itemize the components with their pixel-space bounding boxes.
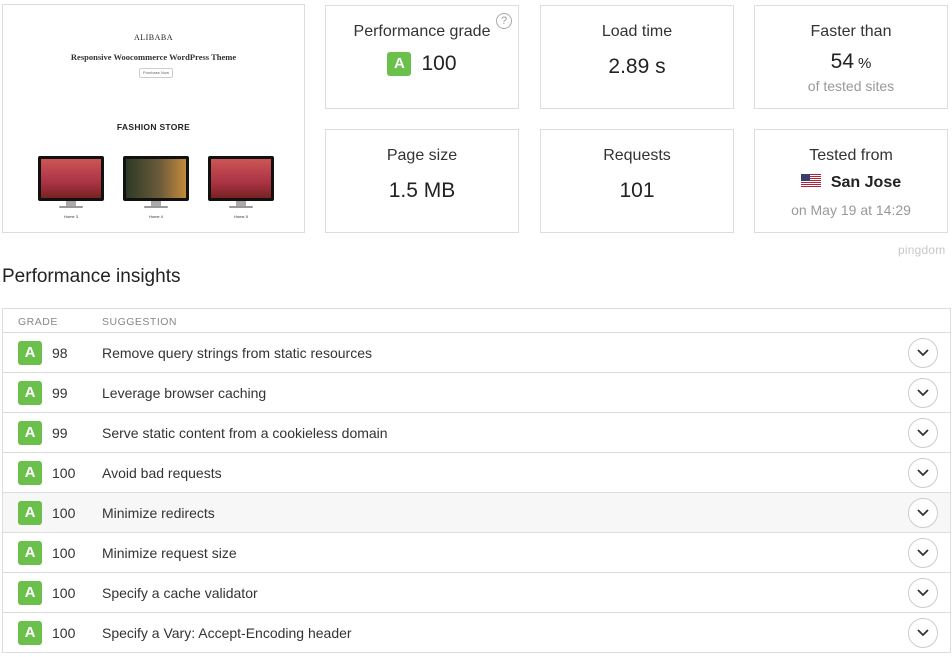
row-suggestion: Specify a cache validator xyxy=(102,585,258,601)
expand-chevron-button[interactable] xyxy=(908,418,938,448)
row-score: 99 xyxy=(52,385,68,401)
thumbnail-purchase-button: Purchase Now xyxy=(139,68,173,78)
monitor-caption: Home 4 xyxy=(148,214,163,219)
thumbnail-monitor: Home 4 xyxy=(123,156,189,219)
chevron-down-icon xyxy=(917,589,929,597)
chevron-down-icon xyxy=(917,469,929,477)
row-suggestion: Minimize redirects xyxy=(102,505,215,521)
grade-badge: A xyxy=(18,541,42,565)
row-score: 100 xyxy=(52,505,76,521)
grade-badge: A xyxy=(18,461,42,485)
row-suggestion: Avoid bad requests xyxy=(102,465,222,481)
expand-chevron-button[interactable] xyxy=(908,538,938,568)
row-score: 100 xyxy=(52,585,76,601)
expand-chevron-button[interactable] xyxy=(908,498,938,528)
thumbnail-title: Responsive Woocommerce WordPress Theme xyxy=(70,52,237,62)
performance-grade-value: A 100 xyxy=(326,52,518,77)
expand-chevron-button[interactable] xyxy=(908,338,938,368)
pingdom-logo: pingdom xyxy=(898,243,946,257)
table-row[interactable]: A 100 Minimize request size xyxy=(3,533,950,573)
monitor-caption: Home 3 xyxy=(63,214,78,219)
faster-than-value: 54% xyxy=(755,50,947,74)
page-size-value: 1.5 MB xyxy=(388,179,456,202)
faster-than-label: Faster than xyxy=(810,23,892,40)
expand-chevron-button[interactable] xyxy=(908,458,938,488)
requests-value: 101 xyxy=(619,179,655,202)
location-name: San Jose xyxy=(830,174,902,191)
table-header: GRADE SUGGESTION xyxy=(3,309,950,333)
row-suggestion: Serve static content from a cookieless d… xyxy=(102,425,388,441)
row-score: 100 xyxy=(52,625,76,641)
chevron-down-icon xyxy=(917,549,929,557)
faster-than-number: 54 xyxy=(830,50,854,73)
requests-label: Requests xyxy=(603,147,671,164)
load-time-value: 2.89 s xyxy=(608,55,666,78)
chevron-down-icon xyxy=(917,429,929,437)
thumbnail-monitor: Home 5 xyxy=(208,156,274,219)
site-screenshot-thumbnail: ALIBABA Responsive Woocommerce WordPress… xyxy=(2,4,305,233)
page-size-card: Page size 1.5 MB xyxy=(325,129,519,233)
tested-from-label: Tested from xyxy=(809,147,893,164)
thumbnail-brand: ALIBABA xyxy=(133,33,174,42)
insights-table: GRADE SUGGESTION A 98 Remove query strings… xyxy=(2,308,951,653)
tested-from-card: Tested from San Jose on May 19 at 14:29 xyxy=(754,129,948,233)
row-suggestion: Minimize request size xyxy=(102,545,237,561)
grade-badge: A xyxy=(387,52,412,77)
thumbnail-store-heading: FASHION STORE xyxy=(116,122,191,132)
expand-chevron-button[interactable] xyxy=(908,578,938,608)
row-score: 98 xyxy=(52,345,68,361)
row-suggestion: Remove query strings from static resourc… xyxy=(102,345,372,361)
row-suggestion: Specify a Vary: Accept-Encoding header xyxy=(102,625,352,641)
performance-grade-label: Performance grade xyxy=(353,23,491,40)
faster-than-sub: of tested sites xyxy=(807,78,895,94)
monitor-caption: Home 5 xyxy=(233,214,248,219)
grade-badge: A xyxy=(18,581,42,605)
column-header-grade: GRADE xyxy=(18,316,58,328)
table-row[interactable]: A 100 Specify a cache validator xyxy=(3,573,950,613)
us-flag-icon xyxy=(800,174,821,188)
performance-score: 100 xyxy=(421,52,457,75)
grade-badge: A xyxy=(18,621,42,645)
expand-chevron-button[interactable] xyxy=(908,378,938,408)
chevron-down-icon xyxy=(917,629,929,637)
table-row[interactable]: A 98 Remove query strings from static reso… xyxy=(3,333,950,373)
faster-than-card: Faster than 54% of tested sites xyxy=(754,5,948,109)
tested-from-location: San Jose xyxy=(755,174,947,192)
row-score: 99 xyxy=(52,425,68,441)
chevron-down-icon xyxy=(917,389,929,397)
table-row[interactable]: A 100 Avoid bad requests xyxy=(3,453,950,493)
percent-unit: % xyxy=(858,55,872,72)
tested-from-date: on May 19 at 14:29 xyxy=(791,202,911,218)
column-header-suggestion: SUGGESTION xyxy=(102,316,178,328)
help-icon[interactable]: ? xyxy=(496,13,512,29)
table-row[interactable]: A 100 Minimize redirects xyxy=(3,493,950,533)
insights-heading: Performance insights xyxy=(2,266,181,287)
chevron-down-icon xyxy=(917,349,929,357)
requests-card: Requests 101 xyxy=(540,129,734,233)
table-row[interactable]: A 99 Leverage browser caching xyxy=(3,373,950,413)
thumbnail-monitor: Home 3 xyxy=(38,156,104,219)
grade-badge: A xyxy=(18,381,42,405)
load-time-card: Load time 2.89 s xyxy=(540,5,734,109)
grade-badge: A xyxy=(18,341,42,365)
grade-badge: A xyxy=(18,421,42,445)
expand-chevron-button[interactable] xyxy=(908,618,938,648)
grade-badge: A xyxy=(18,501,42,525)
table-row[interactable]: A 99 Serve static content from a cookieles… xyxy=(3,413,950,453)
row-score: 100 xyxy=(52,545,76,561)
page-size-label: Page size xyxy=(386,147,458,164)
table-row[interactable]: A 100 Specify a Vary: Accept-Encoding head… xyxy=(3,613,950,653)
performance-grade-card: Performance grade ? A 100 xyxy=(325,5,519,109)
row-score: 100 xyxy=(52,465,76,481)
chevron-down-icon xyxy=(917,509,929,517)
row-suggestion: Leverage browser caching xyxy=(102,385,267,401)
load-time-label: Load time xyxy=(601,23,673,40)
